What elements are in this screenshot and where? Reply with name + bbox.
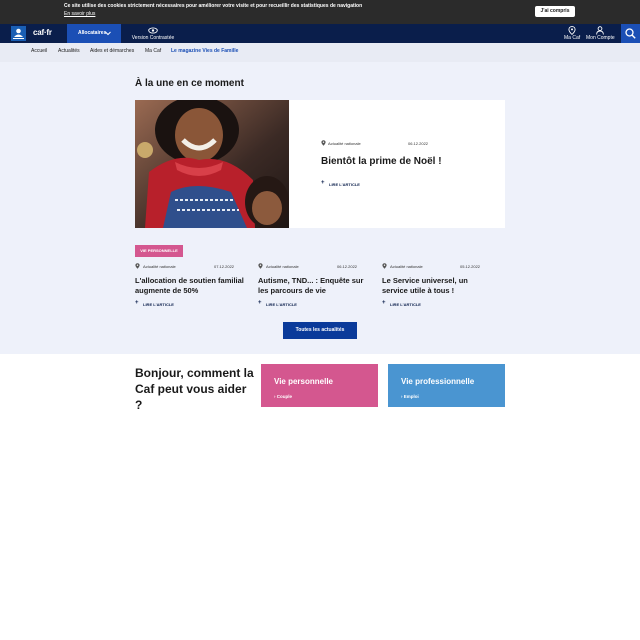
nav-aides-demarches[interactable]: Aides et démarches xyxy=(90,48,134,54)
ma-caf-button[interactable]: Ma Caf xyxy=(562,24,582,43)
location-pin-icon xyxy=(321,140,326,146)
category-tag[interactable]: VIE PERSONNELLE xyxy=(135,245,183,257)
cookie-accept-button[interactable]: J'ai compris xyxy=(535,6,575,17)
featured-read-link[interactable]: LIRE L'ARTICLE xyxy=(329,182,360,187)
user-icon xyxy=(596,26,604,35)
featured-date: 06.12.2022 xyxy=(408,141,429,146)
card-title[interactable]: L'allocation de soutien familial augment… xyxy=(135,276,245,296)
card-read-link[interactable]: LIRE L'ARTICLE xyxy=(266,302,297,307)
nav-accueil[interactable]: Accueil xyxy=(31,48,47,54)
card-read-link[interactable]: LIRE L'ARTICLE xyxy=(390,302,421,307)
nav-magazine[interactable]: Le magazine Vies de Famille xyxy=(171,48,238,54)
allocataires-label: Allocataires xyxy=(78,30,107,36)
cookie-more-link[interactable]: En savoir plus xyxy=(64,11,95,17)
section-title: À la une en ce moment xyxy=(135,78,244,89)
cookie-banner: Ce site utilise des cookies strictement … xyxy=(0,0,640,24)
contrast-label: Version Contrastée xyxy=(131,35,175,41)
search-button[interactable] xyxy=(621,24,640,43)
card-date: 05.12.2022 xyxy=(460,264,481,269)
nav-actualites[interactable]: Actualités xyxy=(58,48,80,54)
ma-caf-label: Ma Caf xyxy=(564,35,581,41)
location-pin-icon xyxy=(568,26,576,35)
contrast-toggle[interactable]: Version Contrastée xyxy=(130,24,176,43)
help-title: Bonjour, comment la Caf peut vous aider … xyxy=(135,366,254,412)
plus-icon: + xyxy=(321,180,325,186)
vie-professionnelle-title: Vie professionnelle xyxy=(401,377,475,386)
plus-icon: + xyxy=(258,300,262,306)
mon-compte-button[interactable]: Mon Compte xyxy=(585,24,615,43)
logo-text[interactable]: caf·fr xyxy=(33,28,52,37)
chevron-down-icon xyxy=(105,31,111,36)
card-read-link[interactable]: LIRE L'ARTICLE xyxy=(143,302,174,307)
vie-personnelle-card[interactable]: Vie personnelle › Couple xyxy=(261,364,378,407)
nav-ma-caf[interactable]: Ma Caf xyxy=(145,48,161,54)
mon-compte-label: Mon Compte xyxy=(586,35,615,41)
caf-logo-icon[interactable] xyxy=(11,26,26,41)
all-news-button[interactable]: Toutes les actualités xyxy=(283,322,357,339)
card-category: Actualité nationale xyxy=(390,264,423,269)
couple-link[interactable]: › Couple xyxy=(274,394,292,399)
cookie-text: Ce site utilise des cookies strictement … xyxy=(64,3,363,9)
search-icon xyxy=(625,28,636,39)
featured-article-image[interactable] xyxy=(135,100,289,228)
card-category: Actualité nationale xyxy=(143,264,176,269)
card-category: Actualité nationale xyxy=(266,264,299,269)
card-date: 06.12.2022 xyxy=(337,264,358,269)
plus-icon: + xyxy=(382,300,386,306)
location-pin-icon xyxy=(135,263,140,269)
card-title[interactable]: Autisme, TND... : Enquête sur les parcou… xyxy=(258,276,368,296)
card-date: 07.12.2022 xyxy=(214,264,235,269)
featured-category: Actualité nationale xyxy=(328,141,361,146)
allocataires-menu[interactable]: Allocataires xyxy=(67,24,121,43)
eye-icon xyxy=(148,27,158,34)
location-pin-icon xyxy=(258,263,263,269)
plus-icon: + xyxy=(135,300,139,306)
vie-professionnelle-card[interactable]: Vie professionnelle › Emploi xyxy=(388,364,505,407)
featured-title[interactable]: Bientôt la prime de Noël ! xyxy=(321,156,442,167)
card-title[interactable]: Le Service universel, un service utile à… xyxy=(382,276,492,296)
emploi-link[interactable]: › Emploi xyxy=(401,394,419,399)
vie-personnelle-title: Vie personnelle xyxy=(274,377,333,386)
location-pin-icon xyxy=(382,263,387,269)
